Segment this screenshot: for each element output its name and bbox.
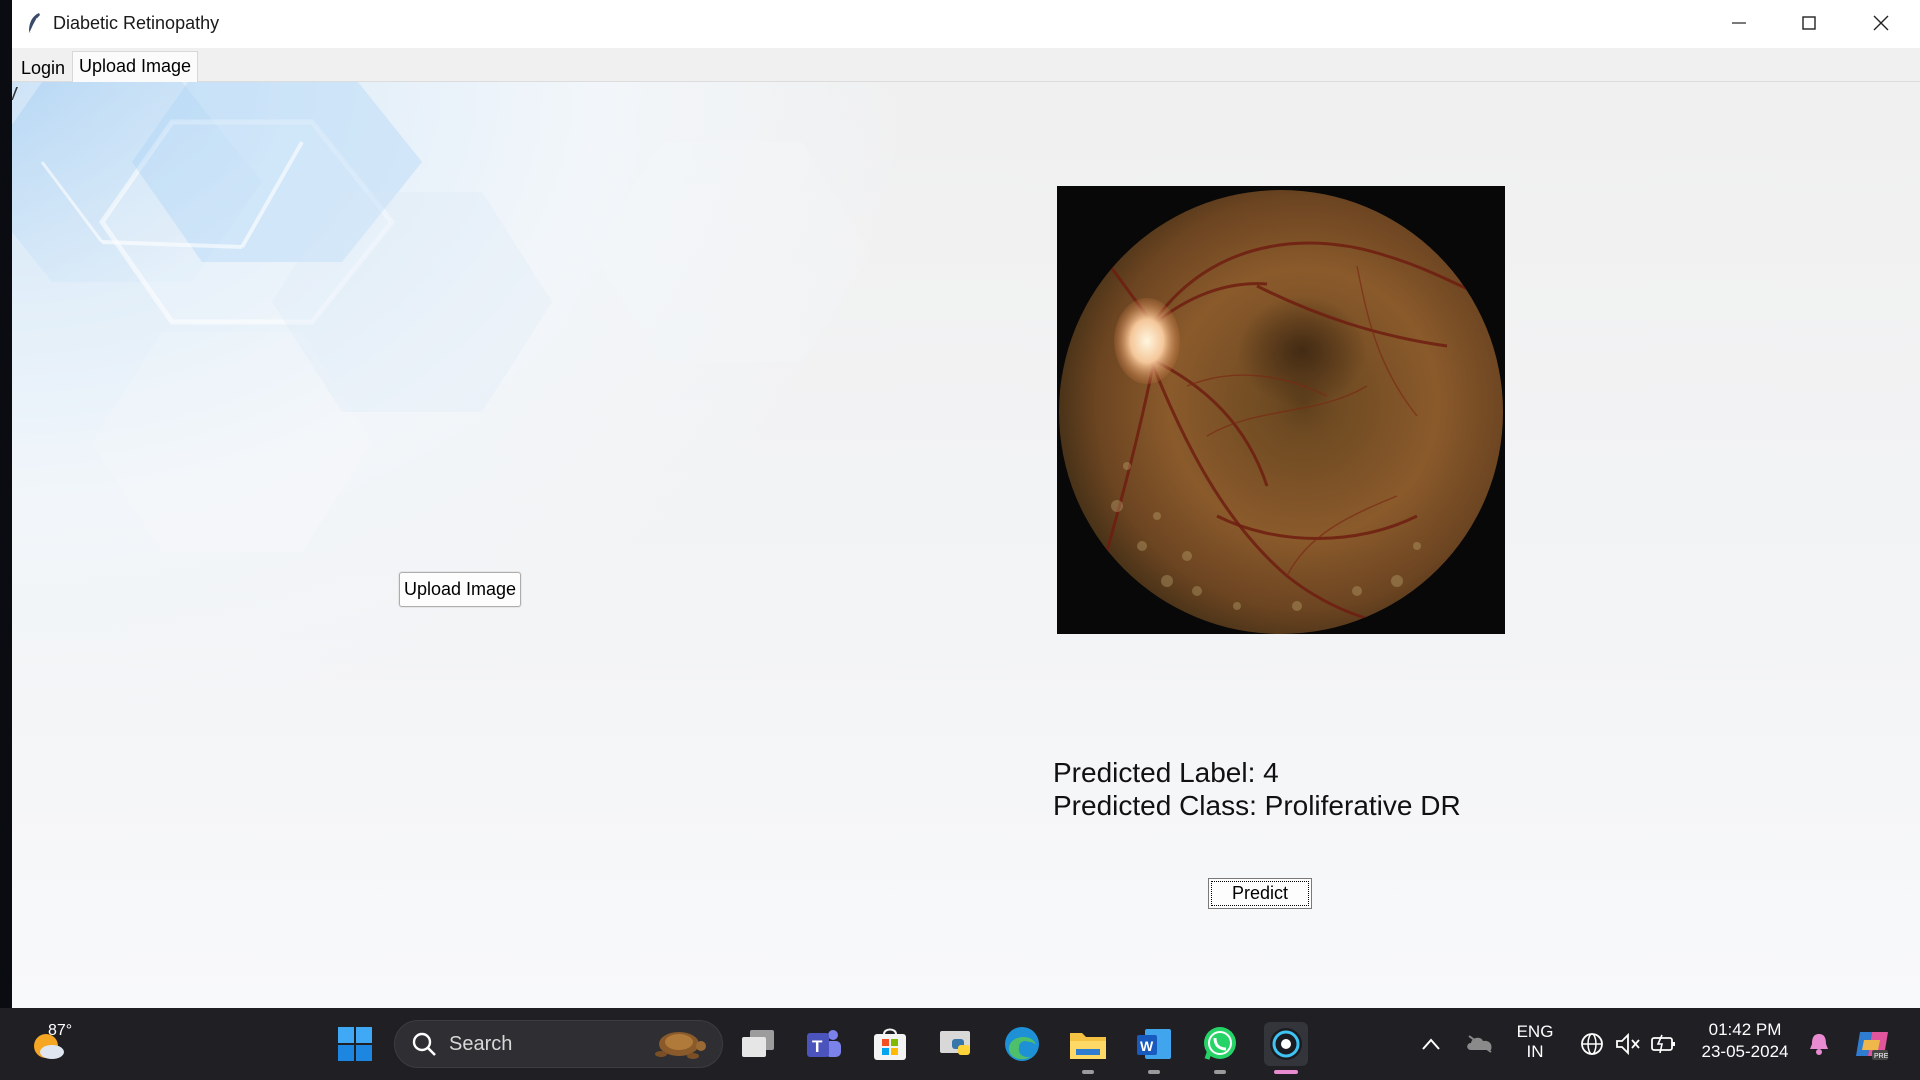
folder-icon [1070,1033,1106,1059]
clock[interactable]: 01:42 PM 23-05-2024 [1695,1020,1795,1062]
maximize-icon [1802,16,1816,30]
tab-upload-image[interactable]: Upload Image [72,51,199,82]
tab-login[interactable]: Login [15,54,71,83]
edge-icon [1005,1027,1039,1061]
active-indicator [1274,1070,1298,1074]
task-view-icon [742,1030,774,1057]
turtle-search-highlight-icon [655,1032,706,1059]
svg-text:PRE: PRE [1874,1053,1889,1060]
windows-start-icon [338,1027,372,1061]
language-code: ENG [1516,1022,1554,1041]
app-window: Diabetic Retinopathy Login Upload Image [12,0,1920,1008]
maximize-button[interactable] [1774,0,1844,46]
predicted-class-text: Predicted Class: Proliferative DR [1053,790,1461,821]
active-app-button[interactable] [1264,1022,1308,1074]
word-app-button[interactable]: W [1132,1022,1176,1074]
python-icon [940,1031,970,1055]
title-bar[interactable]: Diabetic Retinopathy [12,0,1920,48]
store-icon [874,1028,906,1060]
file-explorer-button[interactable] [1066,1022,1110,1074]
upload-image-button[interactable]: Upload Image [399,572,521,607]
minimize-icon [1732,22,1746,24]
running-indicator [1148,1070,1160,1074]
start-button[interactable] [333,1022,377,1066]
close-icon [1873,15,1889,31]
taskbar-search-box[interactable]: Search [394,1020,723,1068]
window-title: Diabetic Retinopathy [53,13,220,33]
microsoft-store-button[interactable] [868,1022,912,1066]
chevron-up-icon[interactable] [1421,1037,1441,1051]
python-app-button[interactable] [935,1022,979,1066]
predicted-label-text: Predicted Label: 4 [1053,757,1279,788]
predict-button[interactable]: Predict [1208,878,1312,909]
region-code: IN [1526,1042,1544,1061]
fundus-drawing [1057,186,1505,634]
clipped-label-text: V [12,84,19,104]
running-indicator [1082,1070,1094,1074]
teams-app-button[interactable]: T [802,1022,846,1066]
notification-bell-icon[interactable] [1807,1031,1831,1057]
hexagon-background-decoration [12,82,872,552]
whatsapp-icon [1204,1027,1236,1060]
clock-date: 23-05-2024 [1701,1042,1789,1061]
search-placeholder: Search [449,1033,513,1055]
active-app-icon [1270,1028,1302,1060]
edge-browser-button[interactable] [1000,1022,1044,1066]
svg-text:T: T [812,1037,823,1056]
svg-text:W: W [1140,1038,1154,1054]
retina-fundus-image [1057,186,1505,634]
speaker-muted-icon[interactable] [1614,1032,1642,1056]
tab-bar: Login Upload Image [12,48,1920,82]
language-indicator[interactable]: ENG IN [1512,1022,1558,1062]
feather-app-icon [29,13,40,33]
task-view-button[interactable] [736,1022,780,1066]
battery-charging-icon[interactable] [1650,1031,1678,1055]
running-indicator [1214,1070,1226,1074]
whatsapp-app-button[interactable] [1198,1022,1242,1074]
minimize-button[interactable] [1704,0,1774,46]
upload-page: V Upload Image Predicted Label: 4 Predic… [12,82,1920,1008]
onedrive-cloud-icon[interactable] [1465,1032,1495,1054]
network-globe-icon[interactable] [1579,1031,1605,1057]
word-icon: W [1137,1029,1171,1059]
weather-temperature: 87° [48,1022,73,1039]
weather-widget[interactable]: 87° [26,1022,86,1066]
search-icon [412,1032,436,1056]
teams-icon: T [807,1030,841,1057]
clock-time: 01:42 PM [1708,1020,1782,1039]
copilot-icon[interactable]: PRE [1854,1026,1890,1062]
close-button[interactable] [1846,0,1916,46]
